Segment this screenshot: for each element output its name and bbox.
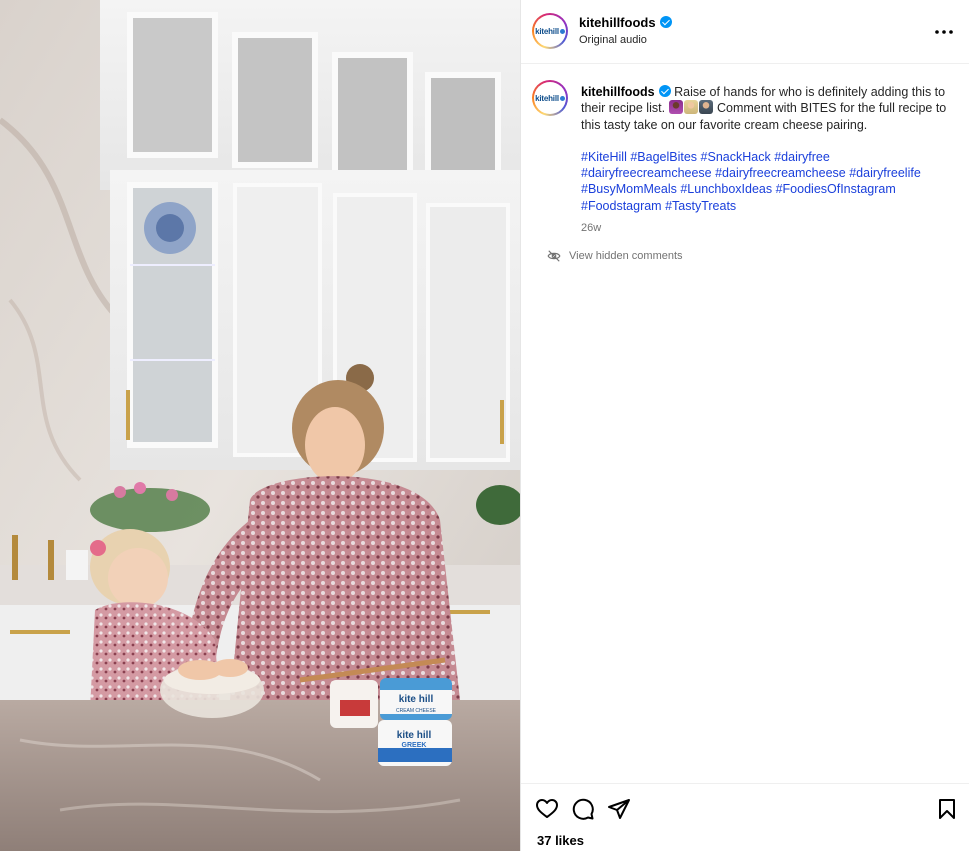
post-actions: 37 likes (521, 783, 969, 851)
video-frame-illustration: kite hill CREAM CHEESE kite hill GREEK (0, 0, 520, 851)
hashtag[interactable]: #dairyfreelife (849, 166, 921, 180)
raised-hand-emoji-icon (683, 100, 698, 115)
avatar[interactable]: kitehill (532, 13, 568, 49)
hashtag[interactable]: #TastyTreats (665, 199, 736, 213)
hashtag[interactable]: #FoodiesOfInstagram (776, 182, 896, 196)
post-side-panel: kitehill kitehillfoods Original audio ki… (520, 0, 969, 851)
hashtag-list: #KiteHill #BagelBites #SnackHack #dairyf… (581, 149, 961, 214)
audio-link[interactable]: Original audio (579, 34, 647, 46)
eye-off-icon (547, 250, 561, 262)
comment-icon[interactable] (571, 797, 595, 821)
hashtag[interactable]: #KiteHill (581, 150, 627, 164)
hashtag[interactable]: #dairyfree (774, 150, 830, 164)
brand-logo: kitehill (532, 80, 568, 116)
verified-badge-icon (659, 16, 672, 28)
bookmark-icon[interactable] (935, 797, 959, 821)
view-hidden-comments-button[interactable]: View hidden comments (547, 249, 683, 263)
caption-text: kitehillfoods Raise of hands for who is … (581, 84, 961, 236)
likes-count[interactable]: 37 likes (537, 833, 584, 848)
username[interactable]: kitehillfoods (579, 15, 672, 30)
raised-hand-emoji-icon (698, 100, 713, 115)
product-label-1: kite hill (399, 694, 434, 705)
hashtag[interactable]: #LunchboxIdeas (680, 182, 772, 196)
product-label-4: GREEK (402, 742, 427, 749)
hidden-comments-label: View hidden comments (569, 250, 683, 262)
hashtag[interactable]: #dairyfreecreamcheese (715, 166, 846, 180)
hashtag[interactable]: #dairyfreecreamcheese (581, 166, 712, 180)
verified-badge-icon (658, 85, 671, 97)
hashtag[interactable]: #BusyMomMeals (581, 182, 677, 196)
raised-hand-emoji-icon (668, 100, 683, 115)
heart-icon[interactable] (535, 797, 559, 821)
hashtag[interactable]: #Foodstagram (581, 199, 662, 213)
caption-avatar[interactable]: kitehill (532, 80, 568, 116)
brand-logo: kitehill (532, 13, 568, 49)
caption-username[interactable]: kitehillfoods (581, 85, 655, 99)
product-label-3: kite hill (397, 730, 432, 741)
paper-plane-icon[interactable] (607, 797, 631, 821)
product-label-2: CREAM CHEESE (396, 708, 437, 714)
more-options-icon[interactable] (932, 22, 956, 42)
post-age[interactable]: 26w (581, 220, 961, 236)
post-media[interactable]: kite hill CREAM CHEESE kite hill GREEK (0, 0, 520, 851)
post-header: kitehill kitehillfoods Original audio (521, 0, 969, 64)
hashtag[interactable]: #SnackHack (701, 150, 771, 164)
hashtag[interactable]: #BagelBites (630, 150, 697, 164)
